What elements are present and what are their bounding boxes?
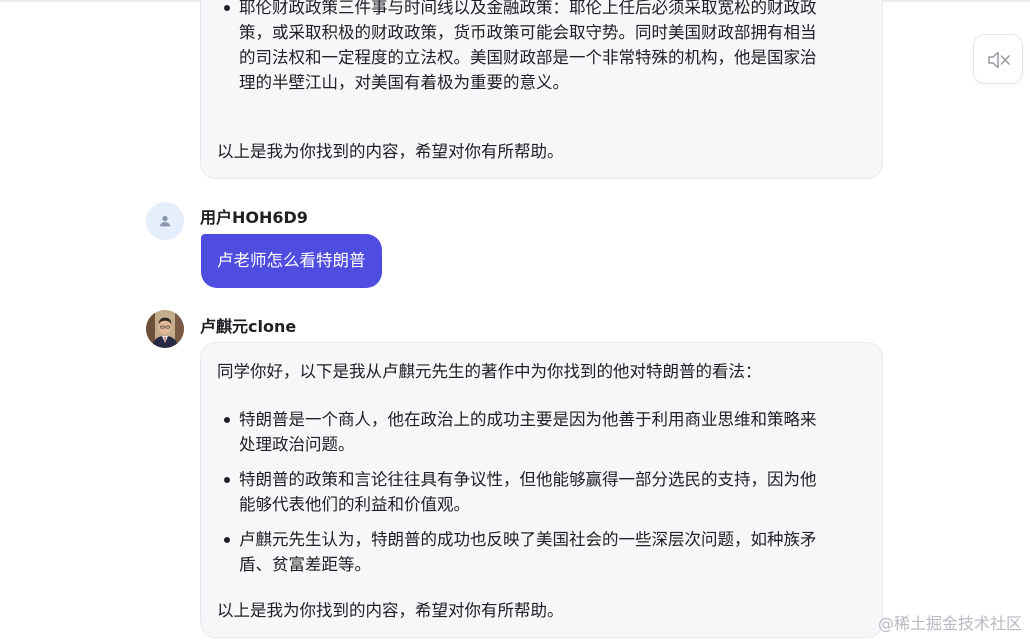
- bullet-line: 特朗普是一个商人，他在政治上的成功主要是因为他善于利用商业思维和策略来: [239, 410, 817, 429]
- closing-text: 以上是我为你找到的内容，希望对你有所帮助。: [217, 601, 564, 620]
- bullet-line: 能够代表他们的利益和价值观。: [239, 495, 470, 514]
- user-name: 用户HOH6D9: [200, 208, 308, 227]
- intro-text: 同学你好，以下是我从卢麒元先生的著作中为你找到的他对特朗普的看法：: [217, 362, 762, 381]
- bullet-line: 处理政治问题。: [239, 435, 355, 454]
- bullet-line: 策，或采取积极的财政政策，货币政策可能会取守势。同时美国财政部拥有相当: [239, 23, 817, 42]
- speaker-muted-icon: [988, 51, 1010, 69]
- bot-avatar: [146, 310, 184, 348]
- watermark: @稀土掘金技术社区: [877, 614, 1022, 633]
- bullet-dot: [224, 537, 230, 543]
- bullet-line: 理的半壁江山，对美国有着极为重要的意义。: [239, 73, 569, 92]
- bullet-line: 的司法权和一定程度的立法权。美国财政部是一个非常特殊的机构，他是国家治: [239, 48, 817, 67]
- bot-message-bubble-previous: 耶伦财政政策三件事与时间线以及金融政策：耶伦上任后必须采取宽松的财政政 策，或采…: [200, 0, 883, 179]
- bot-message-bubble: 同学你好，以下是我从卢麒元先生的著作中为你找到的他对特朗普的看法： 特朗普是一个…: [200, 342, 883, 638]
- bullet-dot: [224, 477, 230, 483]
- portrait-image: [146, 310, 184, 348]
- bullet-line: 盾、贫富差距等。: [239, 555, 371, 574]
- user-silhouette-icon: [159, 215, 171, 227]
- bullet-dot: [224, 5, 230, 11]
- bullet-line: 耶伦财政政策三件事与时间线以及金融政策：耶伦上任后必须采取宽松的财政政: [239, 0, 817, 17]
- bullet-line: 特朗普的政策和言论往往具有争议性，但他能够赢得一部分选民的支持，因为他: [239, 470, 817, 489]
- closing-text: 以上是我为你找到的内容，希望对你有所帮助。: [217, 142, 564, 161]
- mute-toggle-button[interactable]: [973, 34, 1023, 84]
- bullet-line: 卢麒元先生认为，特朗普的成功也反映了美国社会的一些深层次问题，如种族矛: [239, 530, 817, 549]
- bullet-dot: [224, 417, 230, 423]
- bot-name: 卢麒元clone: [200, 317, 297, 336]
- user-avatar: [146, 202, 184, 240]
- user-message-bubble: 卢老师怎么看特朗普: [201, 234, 382, 288]
